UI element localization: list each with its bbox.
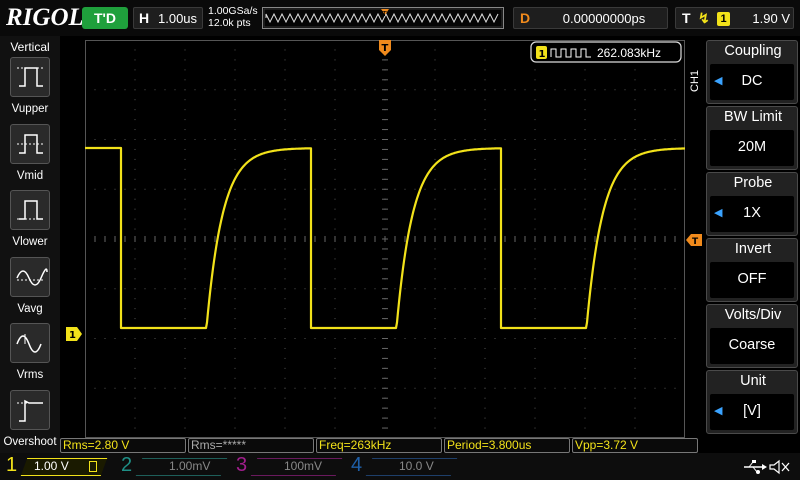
- bw-limit-icon: [89, 461, 97, 472]
- menu-value-box: Coarse: [710, 328, 794, 364]
- memory-waveform-preview: T: [263, 8, 503, 28]
- menu-coupling[interactable]: Coupling ◀ DC: [706, 40, 798, 104]
- menu-unit[interactable]: Unit ◀ [V]: [706, 370, 798, 434]
- vmid-icon: [10, 124, 50, 164]
- vlower-icon: [10, 190, 50, 230]
- usb-icon: [744, 460, 767, 474]
- channel-number: 1: [6, 454, 18, 476]
- measure-item-label: Vmid: [16, 170, 44, 182]
- delay-value: 0.00000000ps: [562, 11, 646, 26]
- top-bar: RIGOL T'D H 1.00us 1.00GSa/s 12.0k pts T…: [0, 0, 800, 36]
- measurement-freq[interactable]: Freq=263kHz: [316, 438, 442, 453]
- menu-probe[interactable]: Probe ◀ 1X: [706, 172, 798, 236]
- mute-icon: [769, 459, 790, 475]
- channel-menu: Coupling ◀ DC BW Limit 20M Probe ◀ 1X In…: [706, 40, 798, 438]
- vupper-icon: [10, 57, 50, 97]
- channel-menu-tag: CH1: [689, 69, 701, 92]
- menu-item-value: Coarse: [728, 337, 776, 353]
- menu-item-value: 1X: [743, 205, 761, 221]
- menu-value-box: ◀ DC: [710, 64, 794, 100]
- menu-item-value: OFF: [737, 271, 767, 287]
- menu-item-title: Unit: [740, 373, 766, 389]
- acquisition-info: 1.00GSa/s 12.0k pts: [208, 5, 258, 29]
- frequency-counter: 1 262.083kHz: [530, 41, 682, 63]
- svg-text:T: T: [382, 43, 389, 54]
- trigger-source-badge: 1: [717, 12, 730, 26]
- channel-2-status[interactable]: 2 1.00mV: [115, 453, 230, 480]
- run-status-badge[interactable]: T'D: [82, 7, 128, 29]
- trigger-time-marker-icon[interactable]: T: [379, 40, 391, 56]
- menu-item-value: [V]: [743, 403, 761, 419]
- measure-item-label: Vupper: [11, 103, 49, 115]
- menu-item-title: Invert: [734, 241, 772, 257]
- menu-bw-limit[interactable]: BW Limit 20M: [706, 106, 798, 170]
- menu-invert[interactable]: Invert OFF: [706, 238, 798, 302]
- measurement-vpp[interactable]: Vpp=3.72 V: [572, 438, 698, 453]
- measure-item-label: Vavg: [17, 303, 43, 315]
- memory-overview: T: [262, 7, 504, 29]
- graticule: [85, 40, 685, 438]
- rising-edge-icon: ↯: [698, 10, 710, 26]
- channel-number: 4: [351, 454, 363, 476]
- measure-menu: Vertical Vupper Vmid Vlower Vavg Vrms Ov…: [0, 36, 60, 453]
- channel-number: 2: [121, 454, 133, 476]
- measurement-period[interactable]: Period=3.800us: [444, 438, 570, 453]
- channel-bar: 1 1.00 V 2 1.00mV 3 100mV 4 10.0 V: [0, 453, 800, 480]
- overshoot-icon: [10, 390, 50, 430]
- menu-volts-div[interactable]: Volts/Div Coarse: [706, 304, 798, 368]
- measure-item-label: Overshoot: [3, 436, 57, 448]
- menu-item-value: DC: [741, 73, 763, 89]
- channel-1-ground-marker-icon[interactable]: 1: [66, 327, 82, 341]
- trigger-label: T: [682, 10, 691, 26]
- menu-value-box: ◀ 1X: [710, 196, 794, 232]
- counter-value: 262.083kHz: [597, 46, 661, 60]
- measure-category-heading: Vertical: [10, 40, 50, 54]
- sample-rate: 1.00GSa/s: [208, 5, 258, 17]
- waveform-display[interactable]: T 1 262.083kHz: [85, 40, 685, 438]
- timebase-value: 1.00us: [158, 11, 198, 26]
- channel-scale: 1.00 V: [34, 459, 69, 473]
- svg-text:T: T: [692, 237, 699, 246]
- menu-item-title: Coupling: [724, 43, 782, 59]
- measure-item-label: Vlower: [12, 236, 48, 248]
- trigger-level-marker-icon[interactable]: T: [686, 234, 702, 246]
- measure-item-label: Vrms: [16, 369, 44, 381]
- measurement-bar: Rms=2.80 V Rms=***** Freq=263kHz Period=…: [60, 438, 700, 453]
- channel-4-status[interactable]: 4 10.0 V: [345, 453, 460, 480]
- menu-item-value: 20M: [737, 139, 767, 155]
- delay-display[interactable]: D 0.00000000ps: [513, 7, 668, 29]
- svg-text:1: 1: [69, 330, 76, 341]
- menu-item-title: Volts/Div: [724, 307, 782, 323]
- delay-label: D: [520, 10, 531, 26]
- menu-value-box: ◀ [V]: [710, 394, 794, 430]
- channel-scale: 1.00mV: [169, 459, 211, 473]
- menu-item-title: Probe: [733, 175, 773, 191]
- horizontal-label: H: [139, 10, 150, 26]
- vavg-icon: [10, 257, 50, 297]
- measurement-rms-invalid[interactable]: Rms=*****: [188, 438, 314, 453]
- horizontal-timebase[interactable]: H 1.00us: [133, 7, 203, 29]
- trigger-display[interactable]: T ↯ 1 1.90 V: [675, 7, 794, 29]
- vrms-icon: [10, 323, 50, 363]
- menu-item-title: BW Limit: [724, 109, 782, 125]
- measurement-rms[interactable]: Rms=2.80 V: [60, 438, 186, 453]
- channel-3-status[interactable]: 3 100mV: [230, 453, 345, 480]
- menu-value-box: OFF: [710, 262, 794, 298]
- status-icons: [744, 459, 790, 475]
- menu-value-box: 20M: [710, 130, 794, 166]
- brand-logo: RIGOL: [6, 4, 84, 31]
- trigger-level-value: 1.90 V: [752, 11, 790, 26]
- channel-1-status[interactable]: 1 1.00 V: [0, 453, 115, 480]
- channel-number: 3: [236, 454, 248, 476]
- counter-channel: 1: [539, 49, 546, 60]
- svg-text:T: T: [382, 10, 388, 18]
- memory-depth: 12.0k pts: [208, 17, 251, 29]
- channel-scale: 100mV: [284, 459, 323, 473]
- channel-scale: 10.0 V: [399, 459, 434, 473]
